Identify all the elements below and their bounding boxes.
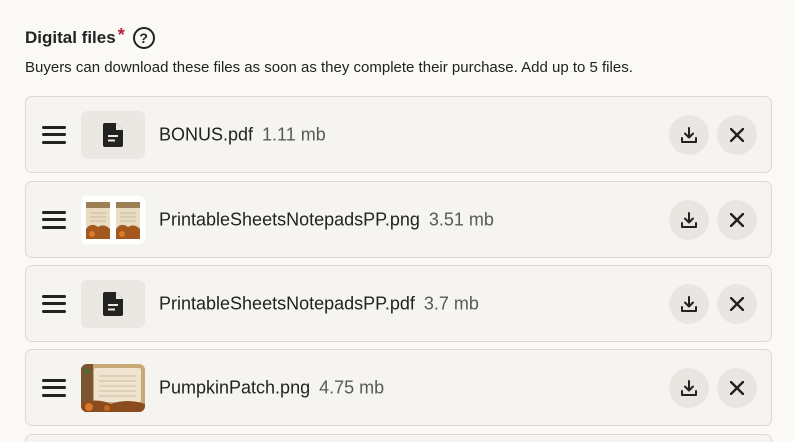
file-name: PrintableSheetsNotepadsPP.png [159, 209, 420, 229]
next-file-row-partial [25, 434, 772, 442]
file-size: 3.51 mb [428, 209, 494, 229]
file-row: PrintableSheetsNotepadsPP.png 3.51 mb [25, 181, 772, 258]
file-size: 4.75 mb [319, 377, 385, 397]
help-icon[interactable]: ? [132, 27, 155, 49]
required-marker: * [117, 24, 125, 45]
file-name: BONUS.pdf [159, 124, 254, 144]
file-size: 1.11 mb [262, 124, 326, 144]
drag-handle-icon[interactable] [42, 125, 66, 144]
file-info: PrintableSheetsNotepadsPP.png 3.51 mb [159, 209, 494, 230]
close-icon [730, 380, 744, 395]
file-size: 3.7 mb [423, 293, 479, 313]
document-icon [103, 291, 123, 316]
remove-button[interactable] [717, 367, 757, 408]
download-button[interactable] [669, 367, 709, 408]
image-preview-pumpkin-patch [81, 363, 145, 412]
file-row: BONUS.pdf 1.11 mb [25, 96, 772, 173]
download-icon [681, 379, 697, 396]
close-icon [730, 127, 744, 142]
file-name: PumpkinPatch.png [159, 377, 311, 397]
download-button[interactable] [669, 114, 709, 155]
download-icon [681, 126, 697, 143]
file-info: BONUS.pdf 1.11 mb [159, 124, 326, 145]
download-icon [681, 295, 697, 312]
close-icon [730, 296, 744, 311]
section-header: Digital files * ? [25, 24, 155, 52]
drag-handle-icon[interactable] [42, 378, 66, 397]
download-icon [681, 211, 697, 228]
file-thumbnail [81, 363, 145, 412]
remove-button[interactable] [717, 283, 757, 324]
download-button[interactable] [669, 283, 709, 324]
file-row: PrintableSheetsNotepadsPP.pdf 3.7 mb [25, 265, 772, 342]
file-thumbnail [81, 110, 145, 159]
drag-handle-icon[interactable] [42, 210, 66, 229]
file-row: PumpkinPatch.png 4.75 mb [25, 349, 772, 426]
image-preview-two-sheets [81, 195, 145, 244]
section-title: Digital files [25, 28, 116, 47]
remove-button[interactable] [717, 199, 757, 240]
section-description: Buyers can download these files as soon … [25, 59, 633, 76]
document-icon [103, 122, 123, 147]
file-thumbnail [81, 195, 145, 244]
download-button[interactable] [669, 199, 709, 240]
file-info: PumpkinPatch.png 4.75 mb [159, 377, 384, 398]
file-name: PrintableSheetsNotepadsPP.pdf [159, 293, 415, 313]
close-icon [730, 212, 744, 227]
file-info: PrintableSheetsNotepadsPP.pdf 3.7 mb [159, 293, 479, 314]
digital-files-section: Digital files * ? Buyers can download th… [0, 0, 794, 442]
remove-button[interactable] [717, 114, 757, 155]
file-thumbnail [81, 279, 145, 328]
drag-handle-icon[interactable] [42, 294, 66, 313]
